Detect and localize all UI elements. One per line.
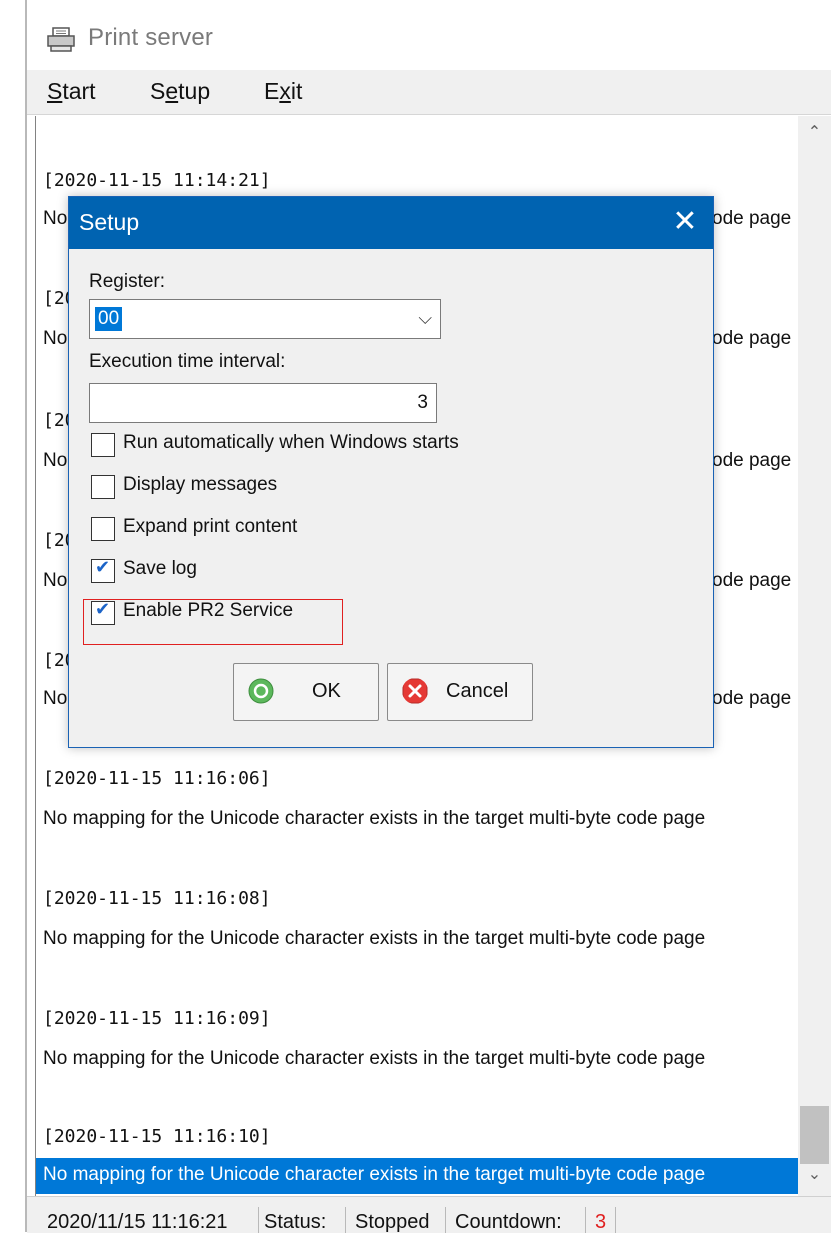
log-message-selected[interactable]: No mapping for the Unicode character exi… [36,1158,799,1194]
log-message: No mapping for the Unicode character exi… [43,1048,706,1069]
log-scrollbar[interactable]: ⌃ ⌄ [798,116,831,1196]
menu-setup[interactable]: Setup [150,78,210,105]
log-message-partial-end: ode page [712,450,792,471]
status-divider [258,1207,259,1233]
log-message: No mapping for the Unicode character exi… [43,928,706,949]
interval-input[interactable]: 3 [89,383,437,423]
cancel-icon [402,678,428,704]
status-divider [585,1207,586,1233]
log-timestamp: [2020-11-15 11:16:08] [43,888,271,909]
checkmark-icon: ✔ [95,557,111,577]
ok-button[interactable]: OK [233,663,379,721]
register-label: Register: [89,271,166,292]
annotation-highlight-box [83,599,343,645]
close-icon[interactable]: ✕ [657,197,713,249]
checkbox-label: Run automatically when Windows starts [123,432,459,453]
register-value: 00 [95,307,123,331]
status-divider [445,1207,446,1233]
log-message-partial-end: ode page [712,570,792,591]
scroll-up-icon[interactable]: ⌃ [798,122,831,152]
log-message-partial-end: ode page [712,328,792,349]
cancel-button[interactable]: Cancel [387,663,533,721]
scroll-down-icon[interactable]: ⌄ [798,1164,831,1194]
status-label: Status: [264,1211,327,1233]
status-divider [345,1207,346,1233]
check-circle-icon [248,678,274,704]
status-bar: 2020/11/15 11:16:21 Status: Stopped Coun… [27,1196,831,1233]
checkbox-box[interactable] [91,475,115,499]
log-timestamp: [2020-11-15 11:16:10] [43,1126,271,1147]
window-title: Print server [88,24,214,51]
dialog-title-bar[interactable]: Setup ✕ [69,197,713,249]
checkbox-box[interactable] [91,517,115,541]
log-message-partial-end: ode page [712,688,792,709]
printer-icon [47,27,75,52]
log-message: No mapping for the Unicode character exi… [43,1164,706,1185]
window-left-border [25,0,27,1232]
setup-dialog: Setup ✕ Register: 00 ⌵ Execution time in… [68,196,714,748]
log-message-partial: No [43,208,68,229]
status-divider [615,1207,616,1233]
log-timestamp: [2020-11-15 11:14:21] [43,170,271,191]
checkbox-box[interactable] [91,433,115,457]
dialog-title: Setup [79,209,140,235]
cancel-label: Cancel [446,680,509,702]
log-message: No mapping for the Unicode character exi… [43,808,706,829]
log-message-partial: No [43,450,68,471]
checkbox-label: Save log [123,558,197,579]
status-datetime: 2020/11/15 11:16:21 [47,1211,228,1233]
status-value: Stopped [355,1211,430,1233]
log-message-partial: No [43,328,68,349]
scroll-thumb[interactable] [800,1106,829,1164]
countdown-label: Countdown: [455,1211,562,1233]
log-timestamp: [2020-11-15 11:16:06] [43,768,271,789]
interval-label: Execution time interval: [89,351,286,372]
menu-exit[interactable]: Exit [264,78,302,105]
log-message-partial: No [43,570,68,591]
log-message-partial: No [43,688,68,709]
checkbox-label: Display messages [123,474,278,495]
menu-bar: Start Setup Exit [27,70,831,115]
countdown-value: 3 [595,1211,607,1233]
checkbox-label: Expand print content [123,516,298,537]
checkbox-box[interactable]: ✔ [91,557,115,583]
menu-start[interactable]: Start [47,78,96,105]
chevron-down-icon: ⌵ [418,308,432,328]
register-dropdown[interactable]: 00 ⌵ [89,299,441,339]
interval-value: 3 [417,392,428,413]
log-message-partial-end: ode page [712,208,792,229]
log-timestamp: [2020-11-15 11:16:09] [43,1008,271,1029]
ok-label: OK [312,680,341,702]
